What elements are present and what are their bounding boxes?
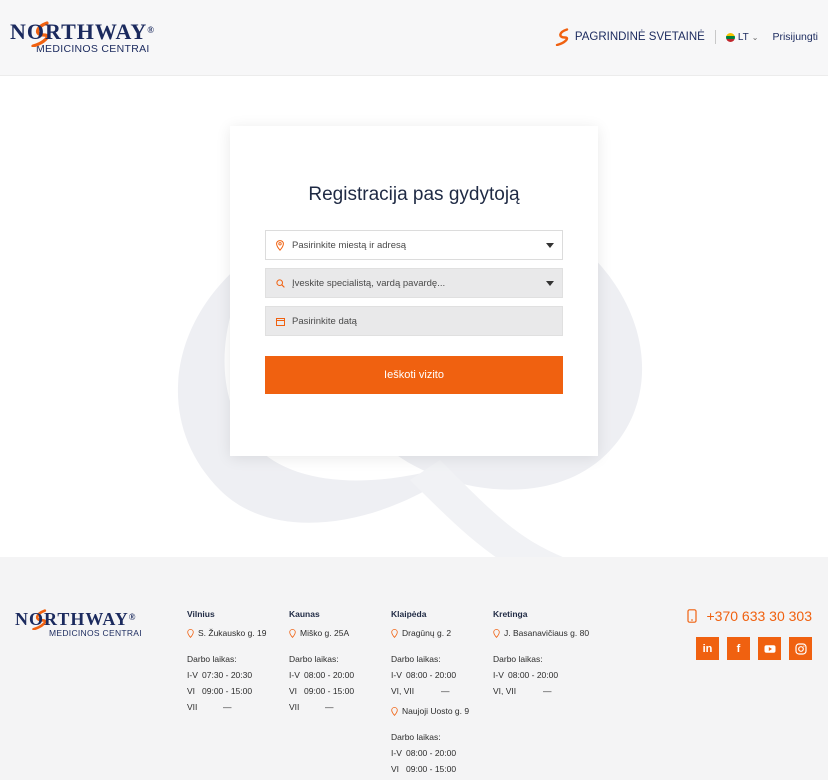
main-site-link[interactable]: PAGRINDINĖ SVETAINĖ (555, 28, 705, 46)
registration-card: Registracija pas gydytoją Pasirinkite mi… (230, 126, 598, 456)
social-links: in f (696, 637, 812, 660)
clinic-address[interactable]: S. Žukausko g. 19 (187, 628, 287, 638)
location-pin-icon (275, 239, 285, 251)
footer-logo-subtitle: MEDICINOS CENTRAI (49, 628, 142, 638)
city-address-placeholder: Pasirinkite miestą ir adresą (292, 239, 407, 251)
phone-number: +370 633 30 303 (706, 608, 813, 624)
linkedin-icon[interactable]: in (696, 637, 719, 660)
location-pin-icon (187, 628, 194, 638)
hours-row: VI, VII — (493, 686, 552, 696)
location-pin-icon (391, 706, 398, 716)
clinic-kaunas: Kaunas Miško g. 25A Darbo laikas: I-V 08:… (289, 609, 389, 718)
calendar-icon (275, 315, 285, 327)
main-site-label: PAGRINDINĖ SVETAINĖ (574, 31, 705, 43)
hours-row: VI 09:00 - 15:00 (391, 764, 457, 774)
clinic-address[interactable]: J. Basanavičiaus g. 80 (493, 628, 593, 638)
clinic-klaipeda: Klaipėda Dragūnų g. 2 Darbo laikas: I-V 0… (391, 609, 491, 780)
city-address-select[interactable]: Pasirinkite miestą ir adresą (265, 230, 563, 260)
swoosh-icon (555, 28, 569, 46)
header-divider (714, 30, 716, 44)
footer-logo-wordmark: NORTHWAY® (15, 609, 137, 629)
footer-logo[interactable]: NORTHWAY® MEDICINOS CENTRAI (15, 609, 165, 638)
clinic-address-2[interactable]: Naujoji Uosto g. 9 (391, 706, 491, 716)
location-pin-icon (391, 628, 398, 638)
date-picker-field[interactable]: Pasirinkite datą (265, 306, 563, 336)
hours-label: Darbo laikas: (493, 654, 543, 664)
phone-link[interactable]: +370 633 30 303 (686, 608, 813, 624)
logo-subtitle: MEDICINOS CENTRAI (36, 43, 150, 55)
hours-row: VI 09:00 - 15:00 (187, 686, 253, 696)
hours-label: Darbo laikas: (187, 654, 237, 664)
hours-row: I-V 08:00 - 20:00 (391, 748, 457, 758)
search-visit-button[interactable]: Ieškoti vizito (265, 356, 563, 394)
clinic-kretinga: Kretinga J. Basanavičiaus g. 80 Darbo la… (493, 609, 593, 702)
hours-row: I-V 07:30 - 20:30 (187, 670, 253, 680)
hours-row: I-V 08:00 - 20:00 (493, 670, 559, 680)
city-name: Kaunas (289, 609, 320, 619)
clinic-address[interactable]: Miško g. 25A (289, 628, 389, 638)
header: NORTHWAY® MEDICINOS CENTRAI PAGRINDINĖ S… (0, 0, 828, 76)
page-title: Registracija pas gydytoją (308, 184, 520, 205)
hours-row: VI, VII — (391, 686, 450, 696)
hours-label: Darbo laikas: (391, 732, 441, 742)
location-pin-icon (493, 628, 500, 638)
hours-row: VI 09:00 - 15:00 (289, 686, 355, 696)
search-icon (275, 277, 285, 289)
clinic-vilnius: Vilnius S. Žukausko g. 19 Darbo laikas: … (187, 609, 287, 718)
city-name: Klaipėda (391, 609, 427, 619)
specialist-placeholder: Įveskite specialistą, vardą pavardę... (292, 277, 446, 289)
lithuania-flag-icon (725, 32, 735, 42)
specialist-search-input[interactable]: Įveskite specialistą, vardą pavardę... (265, 268, 563, 298)
logo-wordmark: NORTHWAY® (10, 19, 155, 44)
northway-logo[interactable]: NORTHWAY® MEDICINOS CENTRAI (10, 20, 180, 60)
chevron-down-icon: ⌄ (751, 32, 759, 42)
youtube-icon[interactable] (758, 637, 781, 660)
dropdown-caret-icon (546, 281, 554, 286)
clinic-address[interactable]: Dragūnų g. 2 (391, 628, 491, 638)
hours-label: Darbo laikas: (289, 654, 339, 664)
facebook-icon[interactable]: f (727, 637, 750, 660)
hours-row: VII — (289, 702, 334, 712)
language-selector[interactable]: LT ⌄ (725, 31, 759, 43)
language-label: LT (737, 31, 749, 43)
hours-row: I-V 08:00 - 20:00 (289, 670, 355, 680)
phone-icon (686, 609, 697, 623)
hours-row: I-V 08:00 - 20:00 (391, 670, 457, 680)
hours-label: Darbo laikas: (391, 654, 441, 664)
header-nav: PAGRINDINĖ SVETAINĖ LT ⌄ Prisijungti (555, 28, 818, 46)
city-name: Kretinga (493, 609, 528, 619)
instagram-icon[interactable] (789, 637, 812, 660)
location-pin-icon (289, 628, 296, 638)
footer: NORTHWAY® MEDICINOS CENTRAI Vilnius S. Ž… (0, 557, 828, 780)
login-link[interactable]: Prisijungti (772, 31, 818, 43)
dropdown-caret-icon (546, 243, 554, 248)
hours-row: VII — (187, 702, 232, 712)
city-name: Vilnius (187, 609, 215, 619)
date-placeholder: Pasirinkite datą (292, 315, 357, 327)
